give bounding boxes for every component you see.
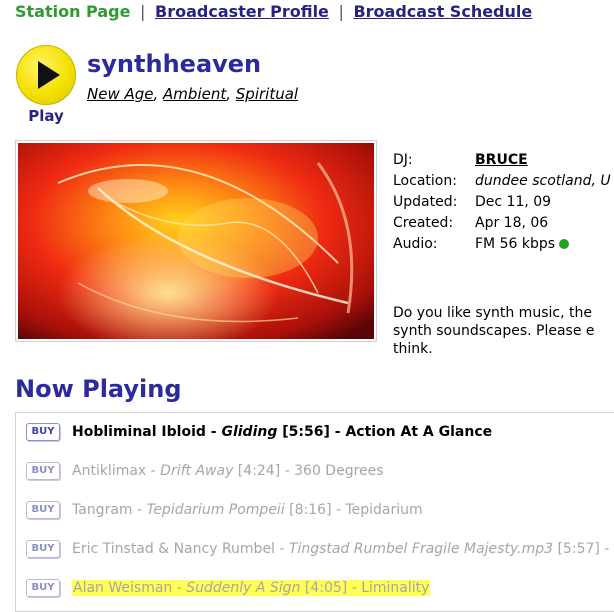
info-row-audio: Audio: FM 56 kbps — [393, 234, 611, 255]
created-label: Created: — [393, 215, 454, 231]
updated-label: Updated: — [393, 194, 458, 210]
play-label[interactable]: Play — [15, 107, 77, 125]
track-info: Alan Weisman - Suddenly A Sign [4:05] - … — [72, 580, 431, 596]
track-title: Drift Away — [160, 463, 234, 479]
created-value: Apr 18, 06 — [475, 215, 549, 231]
track-artist: Tangram — [72, 502, 133, 518]
play-control: Play — [15, 45, 77, 125]
nav-broadcast-schedule-link[interactable]: Broadcast Schedule — [353, 2, 532, 21]
location-value: dundee scotland, U — [475, 173, 611, 189]
track-title: Suddenly A Sign — [186, 580, 301, 596]
info-row-updated: Updated: Dec 11, 09 — [393, 192, 611, 213]
track-separator: - — [280, 463, 295, 479]
track-separator: - — [132, 502, 147, 518]
track-separator: - — [274, 541, 289, 557]
description-line: think. — [393, 341, 433, 357]
genre-link[interactable]: New Age — [87, 85, 154, 103]
track-row: BUY Antiklimax - Drift Away [4:24] - 360 … — [26, 462, 384, 486]
track-duration: [4:05] — [300, 580, 348, 596]
track-artist: Alan Weisman — [73, 580, 173, 596]
track-separator: - — [146, 463, 161, 479]
genre-separator: , — [226, 85, 236, 103]
audio-value: FM 56 kbps — [475, 236, 556, 252]
genre-list: New Age, Ambient, Spiritual — [87, 85, 298, 103]
buy-button[interactable]: BUY — [26, 423, 60, 441]
description-line: synth soundscapes. Please e — [393, 323, 595, 339]
station-image — [15, 140, 377, 342]
info-row-dj: DJ: BRUCE — [393, 150, 611, 171]
track-separator: - — [599, 541, 610, 557]
track-info: Hobliminal Ibloid - Gliding [5:56] - Act… — [72, 424, 492, 440]
info-row-created: Created: Apr 18, 06 — [393, 213, 611, 234]
track-album: 360 Degrees — [294, 463, 384, 479]
track-title: Gliding — [221, 424, 278, 440]
track-row: BUY Eric Tinstad & Nancy Rumbel - Tingsta… — [26, 540, 609, 564]
track-row: BUY Alan Weisman - Suddenly A Sign [4:05]… — [26, 579, 431, 603]
station-name: synthheaven — [87, 50, 262, 78]
station-info: DJ: BRUCE Location: dundee scotland, U Upd… — [393, 150, 611, 255]
station-description: Do you like synth music, the synth sound… — [393, 304, 595, 358]
track-separator: - — [347, 580, 362, 596]
green-dot-icon — [559, 239, 570, 249]
audio-label: Audio: — [393, 236, 438, 252]
track-album: Liminality — [361, 580, 430, 596]
genre-link[interactable]: Spiritual — [236, 85, 298, 103]
track-album: Tepidarium — [345, 502, 423, 518]
buy-button[interactable]: BUY — [26, 501, 60, 519]
track-row: BUY Tangram - Tepidarium Pompeii [8:16] -… — [26, 501, 423, 525]
now-playing-list: BUY Hobliminal Ibloid - Gliding [5:56] - … — [15, 412, 614, 612]
track-album: Action At A Glance — [345, 424, 493, 440]
glass-sphere-image — [18, 143, 374, 339]
track-duration: [5:56] — [277, 424, 330, 440]
track-separator: - — [329, 424, 346, 440]
track-duration: [5:57] — [553, 541, 600, 557]
info-row-location: Location: dundee scotland, U — [393, 171, 611, 192]
track-title: Tepidarium Pompeii — [146, 502, 285, 518]
track-title: Tingstad Rumbel Fragile Majesty.mp3 — [288, 541, 554, 557]
dj-label: DJ: — [393, 152, 413, 168]
track-artist: Hobliminal Ibloid — [72, 424, 206, 440]
buy-button[interactable]: BUY — [26, 579, 60, 597]
nav-separator: | — [140, 2, 146, 21]
buy-button[interactable]: BUY — [26, 462, 60, 480]
track-duration: [8:16] — [284, 502, 332, 518]
track-artist: Eric Tinstad & Nancy Rumbel — [72, 541, 275, 557]
description-line: Do you like synth music, the — [393, 305, 592, 321]
buy-button[interactable]: BUY — [26, 540, 60, 558]
track-separator: - — [205, 424, 222, 440]
track-separator: - — [331, 502, 346, 518]
nav-separator: | — [338, 2, 344, 21]
track-info: Eric Tinstad & Nancy Rumbel - Tingstad R… — [72, 541, 609, 557]
dj-link[interactable]: BRUCE — [475, 150, 528, 171]
track-duration: [4:24] — [233, 463, 281, 479]
genre-link[interactable]: Ambient — [163, 85, 226, 103]
location-label: Location: — [393, 173, 457, 189]
track-info: Antiklimax - Drift Away [4:24] - 360 Deg… — [72, 463, 384, 479]
now-playing-heading: Now Playing — [15, 375, 182, 403]
nav-station-page: Station Page — [15, 2, 131, 21]
track-artist: Antiklimax — [72, 463, 147, 479]
top-nav: Station Page | Broadcaster Profile | Bro… — [15, 2, 532, 21]
track-separator: - — [172, 580, 187, 596]
track-row: BUY Hobliminal Ibloid - Gliding [5:56] - … — [26, 423, 492, 447]
play-triangle-icon — [38, 61, 60, 89]
play-button[interactable] — [16, 45, 76, 105]
updated-value: Dec 11, 09 — [475, 194, 552, 210]
nav-broadcaster-profile-link[interactable]: Broadcaster Profile — [155, 2, 329, 21]
track-info: Tangram - Tepidarium Pompeii [8:16] - Te… — [72, 502, 423, 518]
genre-separator: , — [153, 85, 164, 103]
